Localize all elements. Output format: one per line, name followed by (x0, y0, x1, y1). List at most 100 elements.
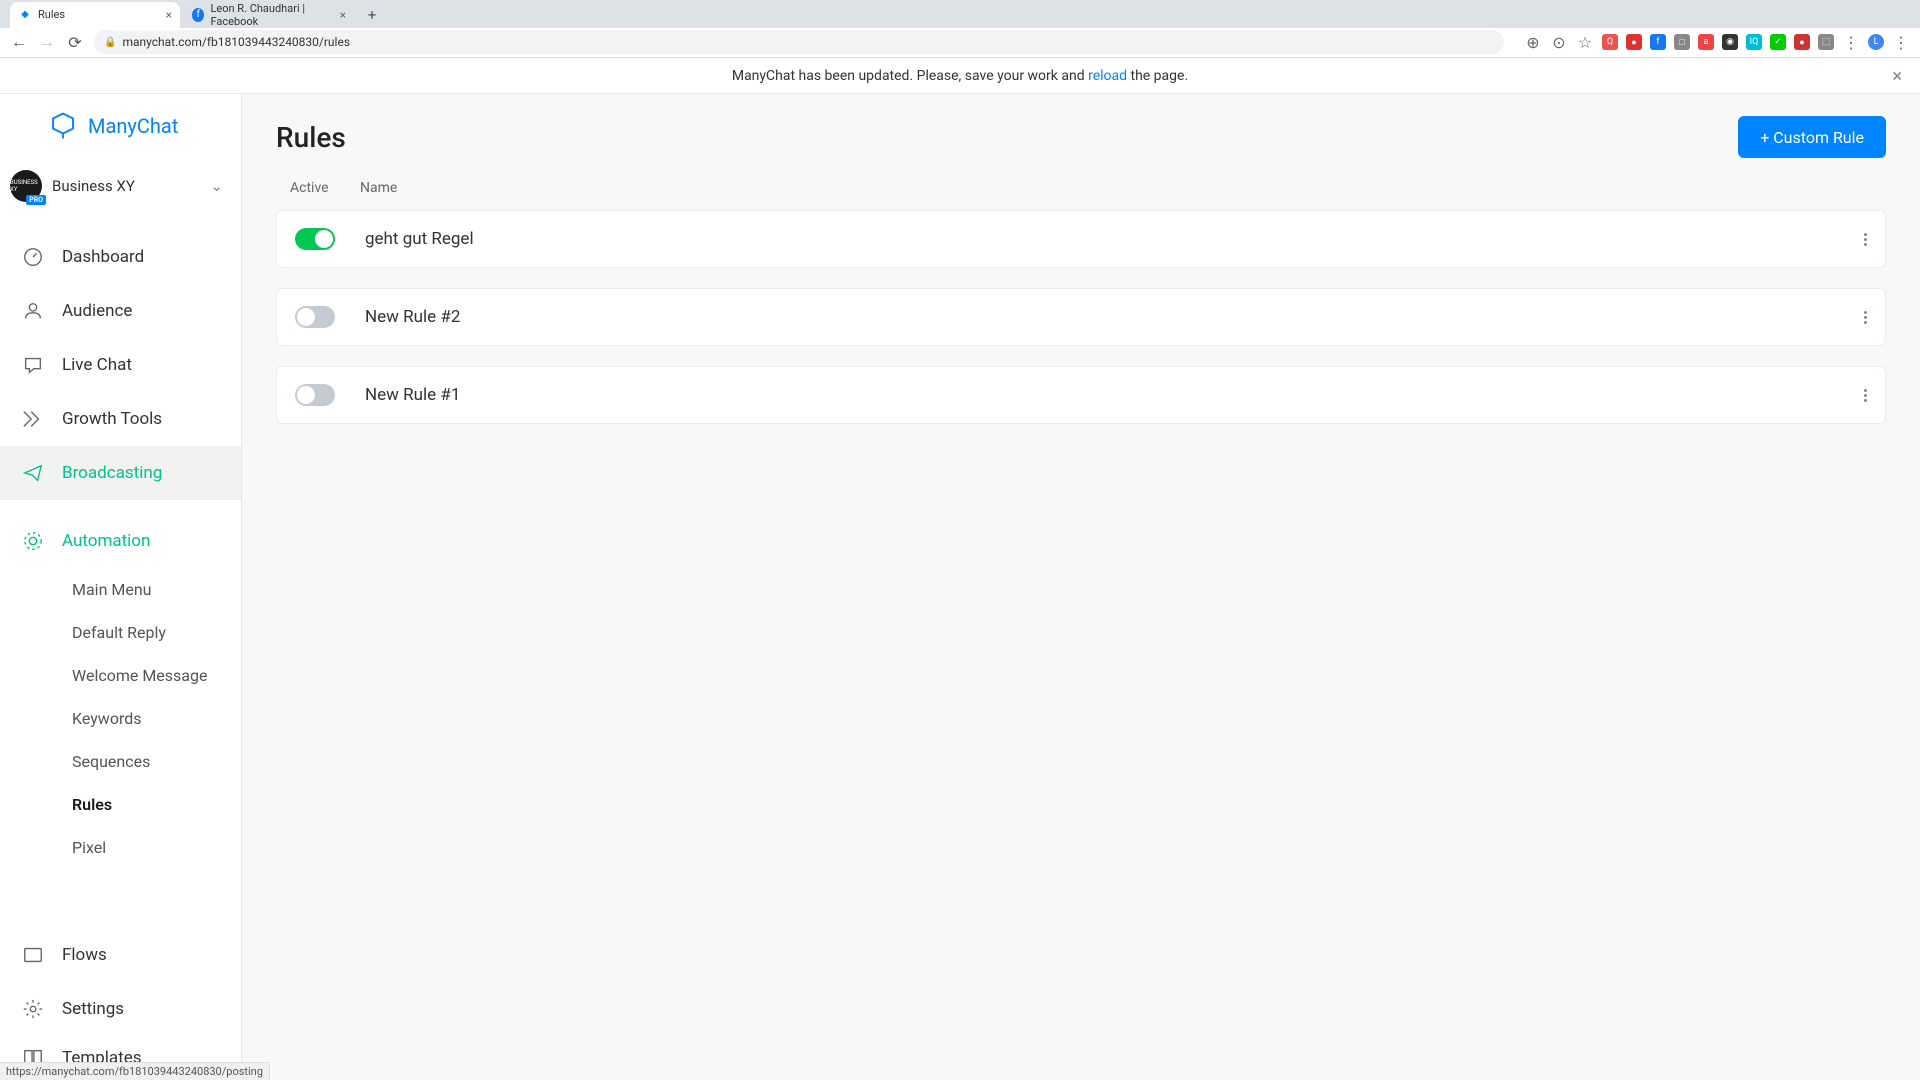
status-bar: https://manychat.com/fb181039443240830/p… (0, 1062, 270, 1080)
column-active: Active (290, 180, 360, 196)
active-toggle[interactable] (295, 306, 335, 328)
extension-icon[interactable]: f (1650, 34, 1666, 50)
url-text: manychat.com/fb181039443240830/rules (122, 35, 350, 49)
banner-text: ManyChat has been updated. Please, save … (732, 68, 1188, 84)
business-avatar: BUSINESS XYPRO (10, 170, 42, 202)
sub-item-welcome-message[interactable]: Welcome Message (72, 654, 241, 697)
page-header: Rules + Custom Rule (242, 94, 1920, 180)
browser-tab-active[interactable]: ◆ Rules × (10, 2, 180, 28)
sidebar-item-label: Dashboard (62, 247, 144, 267)
sidebar-item-flows[interactable]: Flows (0, 928, 241, 982)
sidebar-item-label: Audience (62, 301, 132, 321)
rule-name: New Rule #1 (365, 385, 460, 405)
extension-icon[interactable]: IQ (1746, 34, 1762, 50)
reload-button[interactable]: ⟳ (66, 33, 84, 51)
lock-icon: 🔒 (104, 37, 116, 48)
logo[interactable]: ManyChat (0, 94, 241, 158)
sidebar-item-audience[interactable]: Audience (0, 284, 241, 338)
toolbar: ← → ⟳ 🔒 manychat.com/fb181039443240830/r… (0, 28, 1920, 57)
zoom-icon[interactable]: ⊙ (1550, 33, 1568, 51)
rule-row[interactable]: New Rule #1 (276, 366, 1886, 424)
close-icon[interactable]: × (1892, 66, 1902, 87)
back-button[interactable]: ← (10, 33, 28, 51)
close-icon[interactable]: × (166, 8, 172, 22)
tab-title: Rules (38, 8, 65, 21)
rule-row[interactable]: New Rule #2 (276, 288, 1886, 346)
business-selector[interactable]: BUSINESS XYPRO Business XY ⌄ (0, 158, 241, 214)
sidebar-item-label: Growth Tools (62, 409, 162, 429)
broadcast-icon (22, 462, 44, 484)
sidebar-item-settings[interactable]: Settings (0, 982, 241, 1036)
row-menu-button[interactable] (1864, 311, 1867, 324)
sidebar-item-label: Live Chat (62, 355, 132, 375)
gear-icon (22, 998, 44, 1020)
banner-text-before: ManyChat has been updated. Please, save … (732, 68, 1088, 84)
dashboard-icon (22, 246, 44, 268)
main-content: Rules + Custom Rule Active Name geht gut… (242, 94, 1920, 1080)
automation-submenu: Main Menu Default Reply Welcome Message … (0, 568, 241, 869)
close-icon[interactable]: × (340, 8, 346, 22)
page-title: Rules (276, 121, 346, 154)
sub-item-default-reply[interactable]: Default Reply (72, 611, 241, 654)
brand-name: ManyChat (88, 114, 178, 138)
extension-icon[interactable]: ✓ (1770, 34, 1786, 50)
chrome-menu-icon[interactable]: ⋮ (1892, 33, 1910, 51)
extensions: ⊕ ⊙ ☆ Q ● f □ a ◉ IQ ✓ ● ⬚ ⋮ L ⋮ (1524, 33, 1910, 51)
banner-text-after: the page. (1127, 68, 1188, 84)
forward-button[interactable]: → (38, 33, 56, 51)
browser-chrome: ◆ Rules × f Leon R. Chaudhari | Facebook… (0, 0, 1920, 58)
business-name: Business XY (52, 177, 135, 195)
extension-icon[interactable]: □ (1674, 34, 1690, 50)
browser-tab[interactable]: f Leon R. Chaudhari | Facebook × (184, 2, 354, 28)
sidebar-item-growth-tools[interactable]: Growth Tools (0, 392, 241, 446)
sidebar-item-label: Flows (62, 945, 107, 965)
extension-icon[interactable]: ⬚ (1818, 34, 1834, 50)
sidebar-item-live-chat[interactable]: Live Chat (0, 338, 241, 392)
sub-item-sequences[interactable]: Sequences (72, 740, 241, 783)
row-menu-button[interactable] (1864, 233, 1867, 246)
rule-name: New Rule #2 (365, 307, 460, 327)
chevron-down-icon: ⌄ (210, 177, 223, 195)
extension-icon[interactable]: ◉ (1722, 34, 1738, 50)
tab-title: Leon R. Chaudhari | Facebook (210, 2, 339, 28)
manychat-logo-icon (48, 111, 78, 141)
automation-icon (22, 530, 44, 552)
row-menu-button[interactable] (1864, 389, 1867, 402)
translate-icon[interactable]: ⊕ (1524, 33, 1542, 51)
sub-item-pixel[interactable]: Pixel (72, 826, 241, 869)
tab-strip: ◆ Rules × f Leon R. Chaudhari | Facebook… (0, 0, 1920, 28)
sub-item-rules[interactable]: Rules (72, 783, 241, 826)
address-bar[interactable]: 🔒 manychat.com/fb181039443240830/rules (94, 30, 1504, 54)
favicon-icon: f (192, 8, 204, 22)
extension-icon[interactable]: a (1698, 34, 1714, 50)
rules-table: Active Name geht gut Regel New Rule #2 New… (242, 180, 1920, 444)
flows-icon (22, 944, 44, 966)
audience-icon (22, 300, 44, 322)
menu-icon[interactable]: ⋮ (1842, 33, 1860, 51)
rule-row[interactable]: geht gut Regel (276, 210, 1886, 268)
sub-item-keywords[interactable]: Keywords (72, 697, 241, 740)
favicon-icon: ◆ (18, 8, 32, 22)
extension-icon[interactable]: ● (1794, 34, 1810, 50)
sidebar-item-automation[interactable]: Automation (0, 514, 241, 568)
star-icon[interactable]: ☆ (1576, 33, 1594, 51)
sub-item-main-menu[interactable]: Main Menu (72, 568, 241, 611)
column-name: Name (360, 180, 1872, 196)
active-toggle[interactable] (295, 384, 335, 406)
chat-icon (22, 354, 44, 376)
reload-link[interactable]: reload (1088, 68, 1127, 84)
new-tab-button[interactable]: + (362, 5, 382, 25)
sidebar-item-dashboard[interactable]: Dashboard (0, 230, 241, 284)
create-rule-button[interactable]: + Custom Rule (1738, 116, 1886, 158)
table-header: Active Name (276, 180, 1886, 210)
sidebar-item-label: Automation (62, 531, 150, 551)
growth-icon (22, 408, 44, 430)
extension-icon[interactable]: ● (1626, 34, 1642, 50)
sidebar-item-label: Broadcasting (62, 463, 162, 483)
extension-icon[interactable]: Q (1602, 34, 1618, 50)
avatar[interactable]: L (1868, 34, 1884, 50)
sidebar-item-broadcasting[interactable]: Broadcasting (0, 446, 241, 500)
sidebar: ManyChat BUSINESS XYPRO Business XY ⌄ Da… (0, 94, 242, 1080)
active-toggle[interactable] (295, 228, 335, 250)
update-banner: ManyChat has been updated. Please, save … (0, 58, 1920, 94)
